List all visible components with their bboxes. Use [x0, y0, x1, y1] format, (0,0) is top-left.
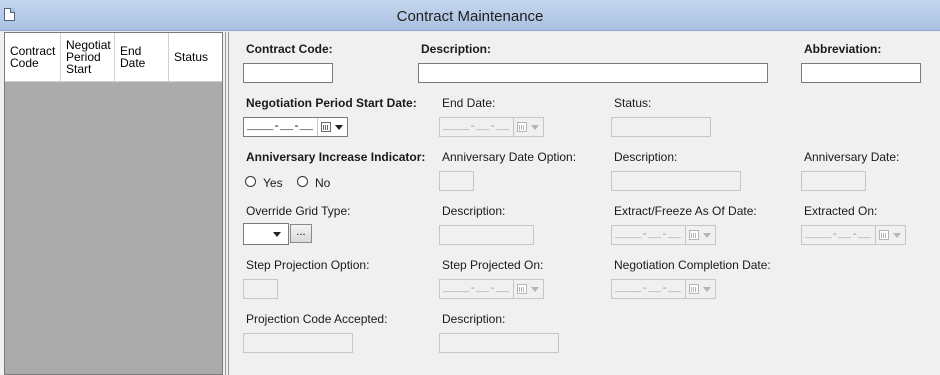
grid-description-label: Description:: [442, 204, 506, 218]
contract-code-label: Contract Code:: [246, 42, 333, 56]
description-input[interactable]: [418, 63, 768, 83]
override-grid-type-select[interactable]: [243, 223, 289, 245]
extract-freeze-label: Extract/Freeze As Of Date:: [614, 204, 757, 218]
status-label: Status:: [614, 96, 652, 110]
end-date-picker: ____-__-__: [439, 117, 544, 137]
calendar-icon: [689, 230, 699, 240]
chevron-down-icon: [531, 287, 539, 292]
calendar-icon: [879, 230, 889, 240]
neg-start-date-mask[interactable]: ____-__-__: [247, 121, 313, 133]
chevron-down-icon: [531, 125, 539, 130]
extracted-on-label: Extracted On:: [804, 204, 878, 218]
override-grid-lookup-button[interactable]: ...: [290, 224, 312, 243]
chevron-down-icon: [273, 232, 281, 237]
description-label: Description:: [421, 42, 492, 56]
extracted-on-mask: ____-__-__: [805, 229, 872, 241]
title-bar: Contract Maintenance: [0, 0, 940, 31]
anniv-date-input: [801, 171, 866, 191]
anniv-date-option-label: Anniversary Date Option:: [442, 150, 577, 164]
anniv-yes-label[interactable]: Yes: [263, 176, 283, 190]
grid-description-input: [439, 225, 534, 245]
chevron-down-icon: [893, 233, 901, 238]
calendar-icon: [689, 284, 699, 294]
anniv-indicator-label: Anniversary Increase Indicator:: [246, 150, 426, 164]
step-projected-on-dropdown: [513, 280, 543, 298]
step-projected-on-mask: ____-__-__: [443, 283, 510, 295]
extracted-on-date-picker: ____-__-__: [801, 225, 906, 245]
end-date-label: End Date:: [442, 96, 496, 110]
pane-splitter[interactable]: [225, 32, 229, 375]
extract-freeze-dropdown: [685, 226, 715, 244]
column-header-negotiation-start[interactable]: Negotiat Period Start: [61, 33, 115, 81]
calendar-icon: [321, 122, 331, 132]
step-projection-option-label: Step Projection Option:: [246, 258, 370, 272]
column-header-status[interactable]: Status: [169, 33, 222, 81]
projection-description-label: Description:: [442, 312, 506, 326]
abbreviation-input[interactable]: [801, 63, 921, 83]
projection-description-input: [439, 333, 559, 353]
step-projected-on-label: Step Projected On:: [442, 258, 544, 272]
step-projection-option-input: [243, 279, 278, 299]
projection-code-accepted-label: Projection Code Accepted:: [246, 312, 388, 326]
neg-start-date-label: Negotiation Period Start Date:: [246, 96, 417, 110]
neg-completion-date-label: Negotiation Completion Date:: [614, 258, 771, 272]
step-projected-on-date-picker: ____-__-__: [439, 279, 544, 299]
chevron-down-icon: [703, 287, 711, 292]
contract-list-header: Contract Code Negotiat Period Start End …: [5, 33, 222, 82]
calendar-icon: [517, 122, 527, 132]
calendar-icon: [517, 284, 527, 294]
neg-completion-date-picker: ____-__-__: [611, 279, 716, 299]
anniv-description-label: Description:: [614, 150, 678, 164]
status-input: [611, 117, 711, 137]
neg-start-date-picker[interactable]: ____-__-__: [243, 117, 348, 137]
neg-start-date-dropdown[interactable]: [317, 118, 347, 136]
column-header-contract-code[interactable]: Contract Code: [5, 33, 61, 81]
neg-completion-date-mask: ____-__-__: [615, 283, 682, 295]
anniv-no-radio[interactable]: [297, 176, 308, 187]
window-title: Contract Maintenance: [396, 8, 544, 25]
end-date-dropdown: [513, 118, 543, 136]
neg-completion-date-dropdown: [685, 280, 715, 298]
chevron-down-icon: [335, 125, 343, 130]
anniv-yes-radio[interactable]: [245, 176, 256, 187]
extract-freeze-mask: ____-__-__: [615, 229, 682, 241]
extract-freeze-date-picker: ____-__-__: [611, 225, 716, 245]
end-date-mask: ____-__-__: [443, 121, 510, 133]
column-header-end-date[interactable]: End Date: [115, 33, 169, 81]
anniv-description-input: [611, 171, 741, 191]
anniv-no-label[interactable]: No: [315, 176, 330, 190]
anniv-date-label: Anniversary Date:: [804, 150, 900, 164]
contract-code-input[interactable]: [243, 63, 333, 83]
extracted-on-dropdown: [875, 226, 905, 244]
chevron-down-icon: [703, 233, 711, 238]
abbreviation-label: Abbreviation:: [804, 42, 882, 56]
projection-code-accepted-input: [243, 333, 353, 353]
override-grid-type-label: Override Grid Type:: [246, 204, 351, 218]
anniv-date-option-input: [439, 171, 474, 191]
contract-list[interactable]: Contract Code Negotiat Period Start End …: [4, 32, 223, 375]
